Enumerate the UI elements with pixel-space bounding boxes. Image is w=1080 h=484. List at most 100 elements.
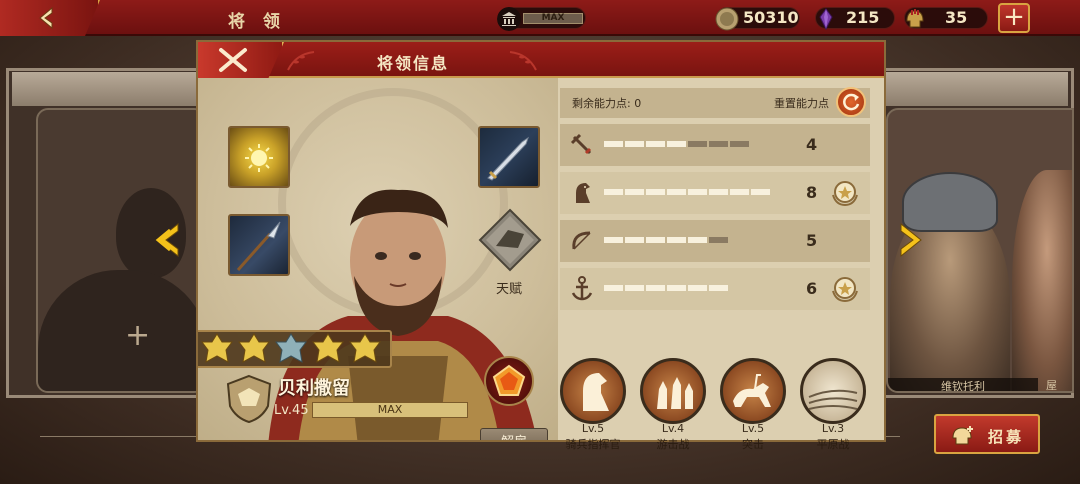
cavalry-charge-icon	[733, 374, 771, 407]
coin-icon	[715, 7, 739, 31]
stat-segment	[667, 237, 686, 243]
anchor-icon	[571, 276, 593, 301]
right-hero-name: 维钦托利	[888, 378, 1038, 391]
reset-points-label: 重置能力点	[774, 97, 829, 110]
skill-name: 游击战	[656, 438, 690, 451]
stat-segment	[709, 285, 728, 291]
skill-name: 骑兵指挥官	[565, 438, 621, 451]
stat-segment	[709, 237, 728, 243]
stat-segment	[730, 189, 749, 195]
stats-panel: 剩余能力点: 0 重置能力点 4 8 5 6 Lv.5 骑兵指挥官 Lv.4 游…	[558, 78, 884, 451]
helmet-value: 35	[945, 8, 968, 27]
remaining-points: 剩余能力点: 0	[572, 97, 642, 110]
stat-segment	[709, 189, 728, 195]
skill-cavalry-commander[interactable]: Lv.5 骑兵指挥官	[558, 358, 628, 452]
gem-value: 215	[846, 8, 880, 27]
skill-assault[interactable]: Lv.5 突击	[718, 358, 788, 452]
stat-segment	[667, 285, 686, 291]
stat-segment	[646, 285, 665, 291]
purple-gem-icon	[819, 8, 833, 31]
gem-counter: 215	[815, 7, 895, 31]
add-hero-icon[interactable]: +	[125, 318, 150, 353]
skill-name: 平原战	[816, 438, 850, 451]
stat-segment	[709, 141, 728, 147]
stat-row-infantry: 4	[560, 124, 870, 166]
stat-segment	[604, 285, 623, 291]
stat-segment	[646, 141, 665, 147]
young-hero-portrait	[1012, 170, 1072, 391]
skill-icon	[800, 358, 866, 424]
stat-segment	[604, 237, 623, 243]
rank-badges	[198, 330, 392, 368]
gold-rank-icon	[312, 333, 344, 363]
modal-header: 将领信息	[198, 42, 884, 78]
skill-guerrilla[interactable]: Lv.4 游击战	[638, 358, 708, 452]
stat-segment	[730, 141, 749, 147]
coin-counter: 50310	[715, 7, 800, 31]
stat-bar	[604, 237, 728, 243]
chevron-left-icon[interactable]	[152, 222, 182, 258]
gold-rank-icon	[238, 333, 270, 363]
laurel-icon	[509, 51, 537, 71]
chevron-right-icon[interactable]	[897, 222, 927, 258]
recruit-helmet-icon	[952, 426, 973, 445]
hero-name: 贝利撒留	[278, 378, 350, 399]
stat-row-archer: 5	[560, 220, 870, 262]
hero-panel: 天赋 贝利撒留 Lv.45 MAX	[198, 78, 558, 440]
stat-segment	[625, 237, 644, 243]
recruit-label: 招募	[988, 428, 1025, 446]
star-badge-icon	[832, 181, 858, 207]
horse-head-icon	[583, 373, 609, 411]
helmet-icon	[906, 9, 924, 28]
bow-icon	[572, 231, 591, 250]
add-resource-button[interactable]: +	[998, 3, 1030, 33]
gold-rank-icon	[349, 333, 381, 363]
arrow-left-icon	[39, 6, 53, 30]
helmet-counter: 35	[904, 7, 988, 29]
stat-row-navy: 6	[560, 268, 870, 310]
back-button[interactable]	[0, 0, 100, 36]
stat-segment	[688, 285, 707, 291]
top-bar: 将 领 MAX 50310 215 35 +	[0, 0, 1080, 36]
stat-value: 4	[806, 135, 818, 154]
refresh-icon	[843, 93, 860, 111]
skill-name: 突击	[742, 438, 764, 451]
stat-segment	[688, 189, 707, 195]
stat-segment	[751, 189, 770, 195]
capacity-bar: MAX	[523, 13, 583, 24]
stat-segment	[688, 141, 707, 147]
stat-bar	[604, 141, 749, 147]
hero-emblem-icon	[226, 374, 272, 424]
stat-value: 6	[806, 279, 818, 298]
page-title: 将 领	[228, 12, 286, 32]
reset-points-button[interactable]	[836, 87, 866, 117]
stat-segment	[667, 189, 686, 195]
dismiss-button[interactable]: 解雇	[480, 428, 548, 440]
stat-segment	[604, 141, 623, 147]
right-hero2-name: 屋	[1046, 379, 1057, 392]
star-badge-icon	[832, 277, 858, 303]
coin-value: 50310	[743, 8, 799, 27]
skill-icon	[720, 358, 786, 424]
building-icon	[497, 7, 521, 31]
stat-segment	[625, 189, 644, 195]
silhouette-body	[38, 270, 204, 391]
capacity-indicator: MAX	[497, 7, 586, 31]
stat-bar	[604, 189, 770, 195]
hero-info-modal: 将领信息 天赋 贝利撒留 Lv.45 MAX 剩余能力点: 0 重置能力点 4 …	[196, 40, 886, 451]
stat-segment	[604, 189, 623, 195]
gold-rank-icon	[201, 333, 233, 363]
skill-icon	[560, 358, 626, 424]
stat-bar	[604, 285, 728, 291]
skill-plains-battle[interactable]: Lv.3 平原战	[798, 358, 868, 452]
stat-value: 5	[806, 231, 818, 250]
recruit-button[interactable]: 招募	[934, 414, 1040, 454]
modal-title: 将领信息	[376, 54, 449, 73]
stat-segment	[625, 141, 644, 147]
ability-points-row: 剩余能力点: 0 重置能力点	[560, 87, 870, 118]
stat-value: 8	[806, 183, 818, 202]
horse-icon	[576, 183, 590, 203]
stat-segment	[646, 237, 665, 243]
stat-segment	[688, 237, 707, 243]
stat-row-cavalry: 8	[560, 172, 870, 214]
